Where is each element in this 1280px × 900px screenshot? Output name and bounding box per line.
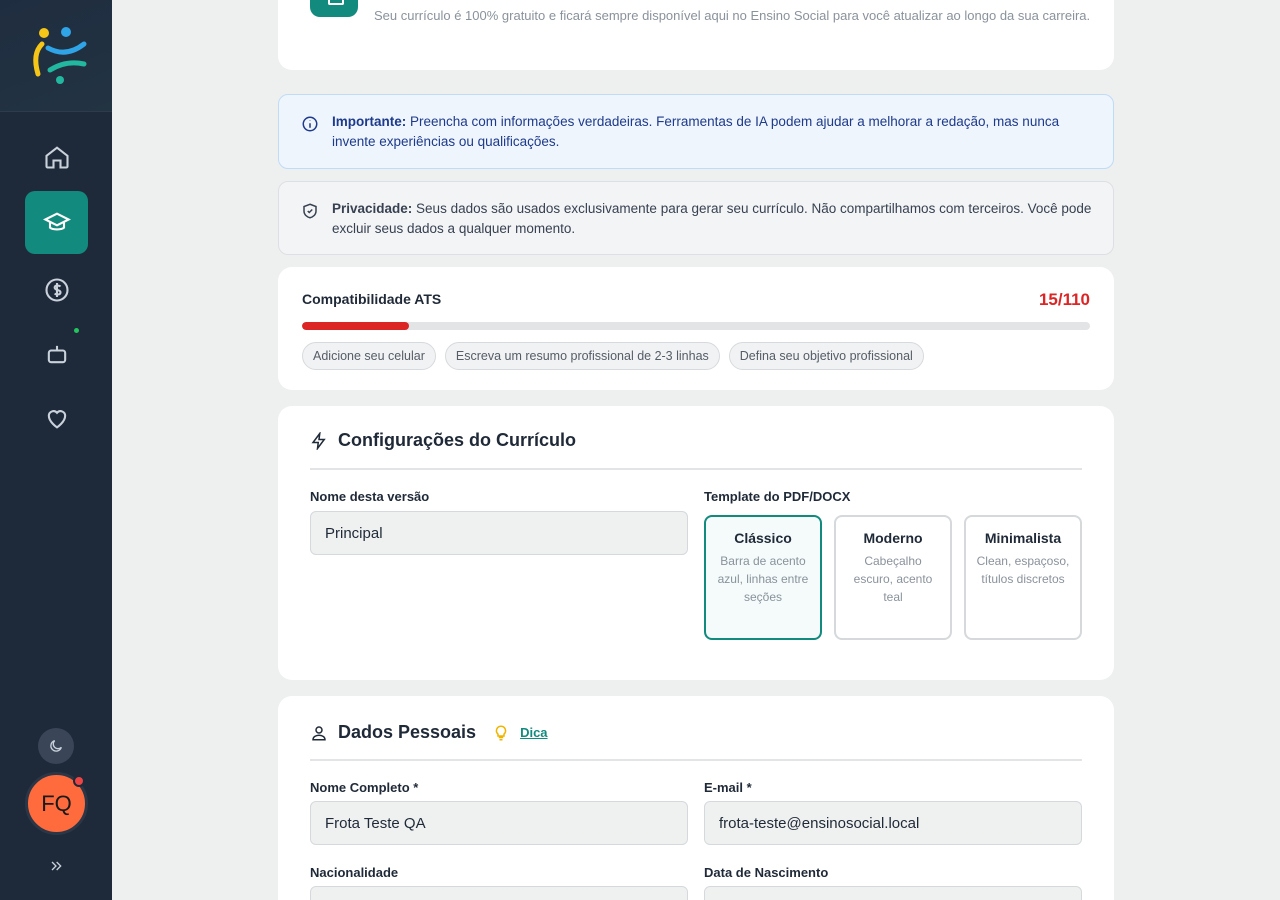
- ats-card: Compatibilidade ATS 15/110 Adicione seu …: [278, 267, 1114, 390]
- config-title: Configurações do Currículo: [338, 430, 577, 450]
- birthdate-input[interactable]: [704, 886, 1082, 900]
- nav-bot[interactable]: [25, 322, 88, 385]
- version-name-input[interactable]: Principal: [310, 511, 688, 555]
- template-desc: Clean, espaçoso, títulos discretos: [976, 554, 1070, 586]
- email-input[interactable]: frota-teste@ensinosocial.local: [704, 801, 1082, 845]
- shield-check-icon: [303, 203, 317, 219]
- user-icon: [312, 725, 326, 740]
- template-name: Moderno: [863, 530, 923, 546]
- template-name: Minimalista: [984, 530, 1062, 546]
- privacy-body: Seus dados são usados exclusivamente par…: [332, 201, 1092, 236]
- birthdate-label: Data de Nascimento: [704, 865, 829, 880]
- privacy-label: Privacidade:: [332, 201, 413, 216]
- privacy-alert: Privacidade: Seus dados são usados exclu…: [278, 181, 1114, 255]
- heart-icon: [47, 409, 66, 429]
- personal-header: Dados Pessoais Dica: [310, 722, 548, 743]
- suggestion-chip-phone[interactable]: Adicione seu celular: [302, 342, 436, 370]
- notification-dot: [73, 775, 85, 787]
- template-classico[interactable]: Clássico Barra de acento azul, linhas en…: [704, 515, 822, 640]
- logo-icon: [33, 27, 87, 84]
- email-label: E-mail *: [704, 780, 752, 795]
- nav-favorites[interactable]: [25, 386, 88, 449]
- info-icon: [302, 116, 318, 132]
- intro-card: Seu currículo é 100% gratuito e ficará s…: [278, 0, 1114, 70]
- document-icon: [310, 0, 358, 17]
- template-desc: Barra de acento azul, linhas entre seçõe…: [717, 554, 809, 604]
- template-label: Template do PDF/DOCX: [704, 489, 851, 504]
- tip-link[interactable]: Dica: [520, 725, 547, 740]
- personal-data-card: Dados Pessoais Dica Nome Completo * Frot…: [278, 696, 1114, 900]
- bot-icon: [47, 345, 66, 363]
- nationality-label: Nacionalidade: [310, 865, 399, 880]
- ats-score: 15/110: [1038, 290, 1090, 309]
- sidebar: FQ: [0, 0, 112, 900]
- config-header: Configurações do Currículo: [310, 430, 576, 451]
- nav-finance[interactable]: [25, 258, 88, 321]
- important-label: Importante:: [332, 114, 407, 129]
- bot-status-dot: [74, 328, 79, 333]
- ats-progress-bar: [302, 322, 1090, 330]
- config-card: Configurações do Currículo Nome desta ve…: [278, 406, 1114, 680]
- chevrons-right-icon: [51, 861, 62, 871]
- intro-text: Seu currículo é 100% gratuito e ficará s…: [374, 8, 1091, 23]
- expand-sidebar-button[interactable]: [44, 856, 68, 876]
- theme-toggle-button[interactable]: [38, 728, 74, 764]
- important-alert: Importante: Preencha com informações ver…: [278, 94, 1114, 169]
- nav-home[interactable]: [25, 125, 88, 188]
- divider: [310, 759, 1082, 761]
- lightning-icon: [311, 431, 326, 450]
- ats-suggestions: Adicione seu celular Escreva um resumo p…: [302, 342, 924, 370]
- logo[interactable]: [0, 0, 112, 112]
- avatar[interactable]: FQ: [25, 772, 88, 835]
- privacy-text: Privacidade: Seus dados são usados exclu…: [332, 199, 1097, 239]
- suggestion-chip-objective[interactable]: Defina seu objetivo profissional: [728, 342, 924, 370]
- personal-title: Dados Pessoais: [338, 722, 477, 742]
- graduation-cap-icon: [42, 211, 71, 230]
- template-minimalista[interactable]: Minimalista Clean, espaçoso, títulos dis…: [964, 515, 1082, 640]
- full-name-input[interactable]: Frota Teste QA: [310, 801, 688, 845]
- important-text: Importante: Preencha com informações ver…: [332, 112, 1097, 152]
- suggestion-chip-summary[interactable]: Escreva um resumo profissional de 2-3 li…: [444, 342, 720, 370]
- nav-courses[interactable]: [25, 191, 88, 254]
- home-icon: [44, 145, 69, 169]
- ats-progress-fill: [302, 322, 410, 330]
- dollar-icon: [44, 277, 69, 302]
- template-name: Clássico: [734, 530, 792, 546]
- nationality-input[interactable]: [310, 886, 688, 900]
- full-name-label: Nome Completo *: [310, 780, 419, 795]
- moon-icon: [50, 740, 62, 752]
- template-desc: Cabeçalho escuro, acento teal: [853, 554, 933, 604]
- important-body: Preencha com informações verdadeiras. Fe…: [332, 114, 1060, 149]
- ats-title: Compatibilidade ATS: [302, 291, 442, 307]
- template-moderno[interactable]: Moderno Cabeçalho escuro, acento teal: [834, 515, 952, 640]
- version-label: Nome desta versão: [310, 489, 430, 504]
- lightbulb-icon: [495, 724, 507, 740]
- divider: [310, 468, 1082, 470]
- avatar-initials: FQ: [41, 790, 72, 816]
